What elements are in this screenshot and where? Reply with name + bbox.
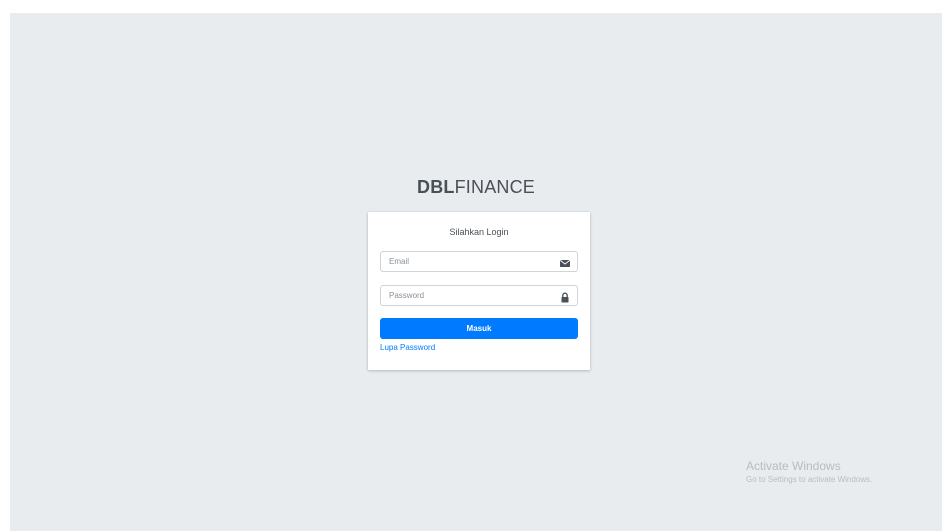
envelope-icon (559, 256, 571, 267)
watermark-subtitle: Go to Settings to activate Windows. (746, 475, 873, 484)
login-page: DBLFINANCE Silahkan Login Masuk Lupa P (10, 13, 942, 531)
login-card: Silahkan Login Masuk Lupa Password (368, 212, 590, 370)
login-button[interactable]: Masuk (380, 318, 578, 339)
lock-icon (559, 290, 571, 303)
watermark-title: Activate Windows (746, 459, 841, 473)
email-input-group (380, 251, 578, 272)
brand-logo: DBLFINANCE (10, 177, 942, 198)
login-title: Silahkan Login (449, 227, 509, 237)
brand-bold: DBL (417, 177, 455, 197)
email-input[interactable] (381, 252, 556, 271)
brand-light: FINANCE (454, 177, 535, 197)
password-input-group (380, 285, 578, 306)
password-input[interactable] (381, 286, 556, 305)
forgot-password-link[interactable]: Lupa Password (380, 343, 435, 352)
activate-windows-watermark: Activate Windows Go to Settings to activ… (746, 459, 872, 486)
